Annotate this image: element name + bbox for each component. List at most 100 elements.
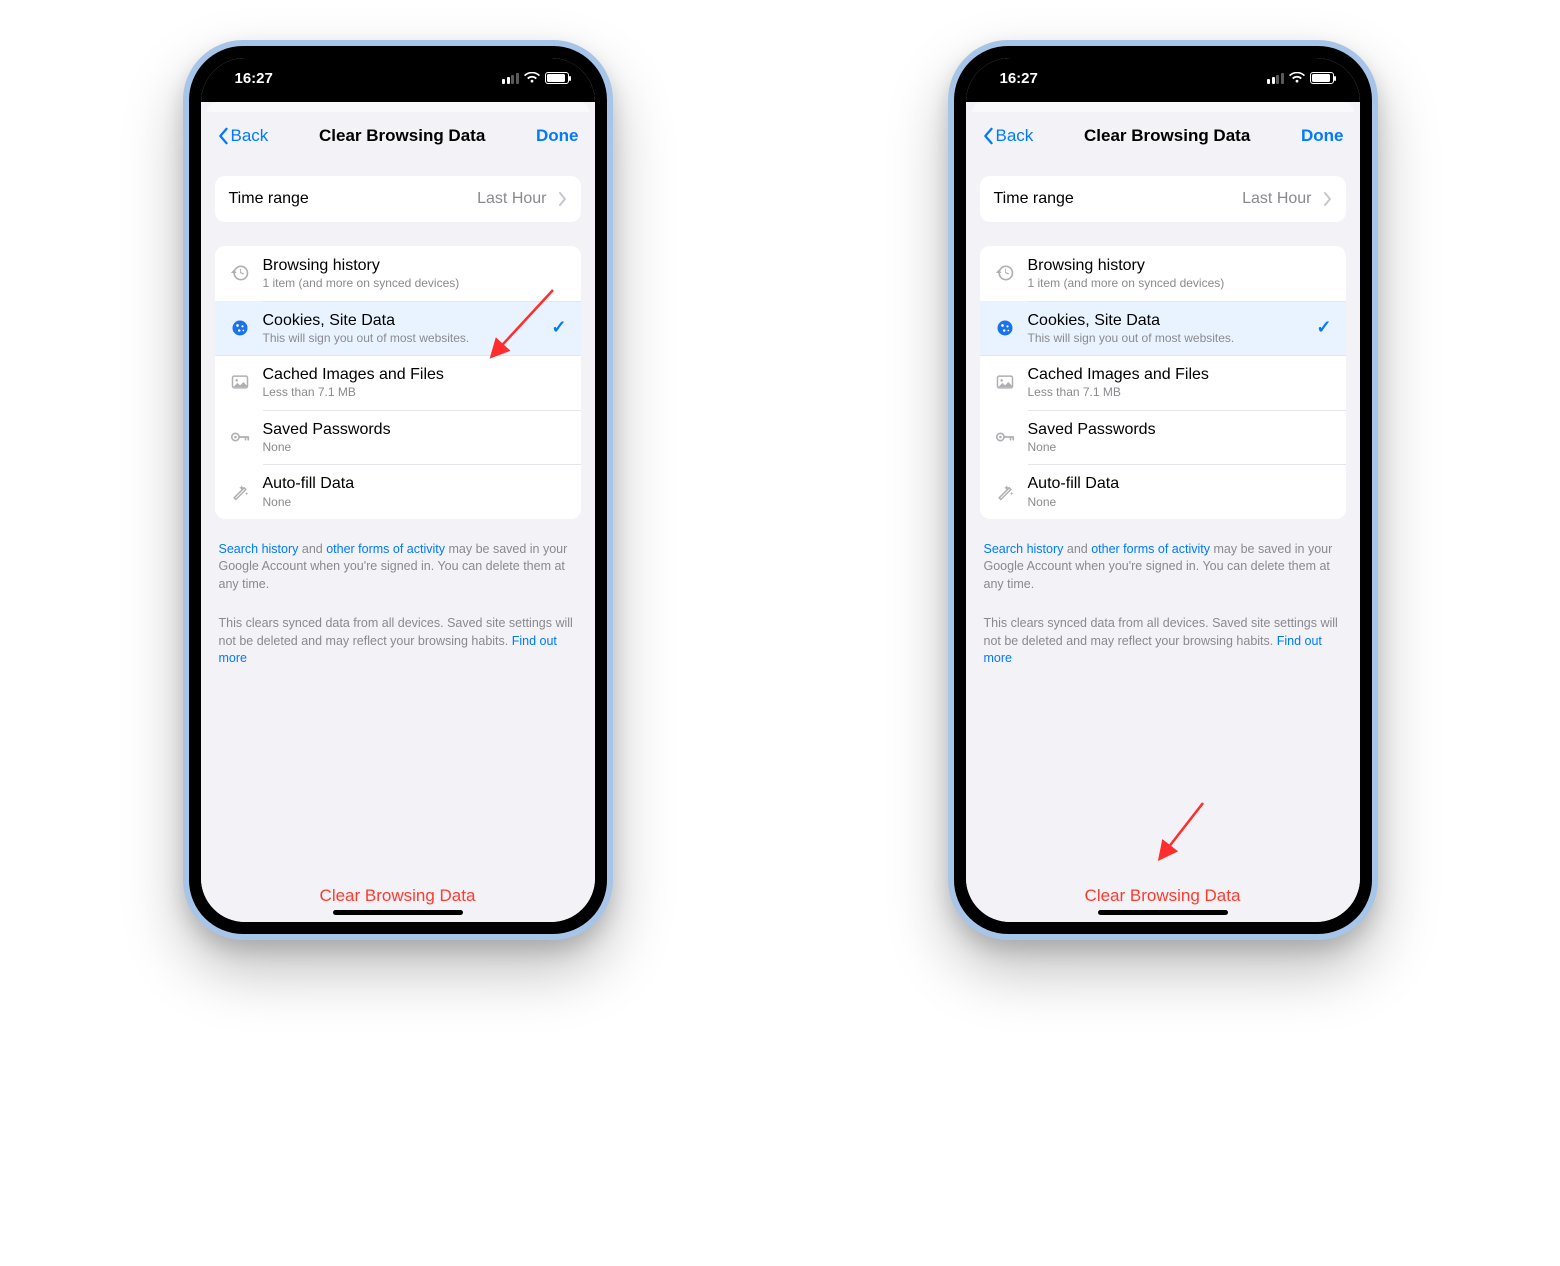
cookie-icon — [229, 317, 251, 339]
data-types-group: Browsing history 1 item (and more on syn… — [980, 246, 1346, 519]
time-range-row[interactable]: Time range Last Hour — [215, 176, 581, 222]
link-search-history[interactable]: Search history — [219, 542, 299, 556]
row-title: Browsing history — [1028, 256, 1332, 275]
chevron-right-icon — [1324, 192, 1332, 206]
link-search-history[interactable]: Search history — [984, 542, 1064, 556]
data-types-group: Browsing history 1 item (and more on syn… — [215, 246, 581, 519]
chevron-right-icon — [559, 192, 567, 206]
row-subtitle: None — [1028, 495, 1332, 509]
chevron-left-icon — [982, 127, 994, 145]
nav-title: Clear Browsing Data — [1084, 126, 1250, 146]
row-text: Cached Images and Files Less than 7.1 MB — [1028, 365, 1332, 400]
history-icon — [229, 262, 251, 284]
row-browsing-history[interactable]: Browsing history 1 item (and more on syn… — [215, 246, 581, 301]
key-icon — [229, 426, 251, 448]
home-indicator[interactable] — [333, 910, 463, 915]
wand-icon — [994, 481, 1016, 503]
link-other-activity[interactable]: other forms of activity — [326, 542, 445, 556]
time-range-group: Time range Last Hour — [980, 176, 1346, 222]
phone-bezel: 16:27 Back Clear Browsing Data Done — [954, 46, 1372, 934]
sheet-stack-hint — [972, 102, 1354, 112]
phone-bezel: 16:27 Back Clear Browsing Data Done — [189, 46, 607, 934]
footer-note-1: Search history and other forms of activi… — [215, 541, 581, 594]
sheet-stack-hint — [207, 102, 589, 112]
checkmark-icon: ✓ — [551, 317, 566, 338]
history-icon — [994, 262, 1016, 284]
done-button[interactable]: Done — [1301, 126, 1344, 146]
link-other-activity[interactable]: other forms of activity — [1091, 542, 1210, 556]
time-range-value: Last Hour — [477, 190, 546, 208]
footer-note-2: This clears synced data from all devices… — [980, 615, 1346, 668]
row-cache[interactable]: Cached Images and Files Less than 7.1 MB — [980, 355, 1346, 410]
row-title: Saved Passwords — [1028, 420, 1332, 439]
row-autofill[interactable]: Auto-fill Data None — [215, 464, 581, 519]
row-text: Cached Images and Files Less than 7.1 MB — [263, 365, 567, 400]
row-cache[interactable]: Cached Images and Files Less than 7.1 MB — [215, 355, 581, 410]
row-title: Cookies, Site Data — [263, 311, 540, 330]
back-button[interactable]: Back — [217, 126, 269, 146]
phone-screen: 16:27 Back Clear Browsing Data Done — [201, 58, 595, 922]
row-subtitle: None — [263, 440, 567, 454]
row-title: Cached Images and Files — [263, 365, 567, 384]
row-text: Auto-fill Data None — [263, 474, 567, 509]
row-text: Saved Passwords None — [263, 420, 567, 455]
clear-browsing-data-button[interactable]: Clear Browsing Data — [980, 870, 1346, 914]
image-icon — [994, 371, 1016, 393]
row-subtitle: 1 item (and more on synced devices) — [263, 276, 567, 290]
time-range-row[interactable]: Time range Last Hour — [980, 176, 1346, 222]
row-cookies[interactable]: Cookies, Site Data This will sign you ou… — [980, 301, 1346, 356]
row-text: Cookies, Site Data This will sign you ou… — [263, 311, 540, 346]
status-indicators — [502, 72, 569, 84]
status-time: 16:27 — [1000, 70, 1038, 87]
phone-notch — [318, 46, 478, 74]
row-title: Auto-fill Data — [1028, 474, 1332, 493]
checkmark-icon: ✓ — [1316, 317, 1331, 338]
done-button[interactable]: Done — [536, 126, 579, 146]
image-icon — [229, 371, 251, 393]
row-subtitle: This will sign you out of most websites. — [263, 331, 540, 345]
wand-icon — [229, 481, 251, 503]
spacer — [980, 668, 1346, 870]
row-title: Saved Passwords — [263, 420, 567, 439]
row-passwords[interactable]: Saved Passwords None — [980, 410, 1346, 465]
nav-bar: Back Clear Browsing Data Done — [966, 112, 1360, 158]
row-title: Auto-fill Data — [263, 474, 567, 493]
back-label: Back — [231, 126, 269, 146]
cookie-icon — [994, 317, 1016, 339]
sheet-content: Time range Last Hour Browsing history — [966, 158, 1360, 922]
modal-sheet: Back Clear Browsing Data Done Time range… — [966, 112, 1360, 922]
back-label: Back — [996, 126, 1034, 146]
battery-icon — [545, 72, 569, 84]
home-indicator[interactable] — [1098, 910, 1228, 915]
row-title: Cookies, Site Data — [1028, 311, 1305, 330]
clear-browsing-data-button[interactable]: Clear Browsing Data — [215, 870, 581, 914]
row-subtitle: 1 item (and more on synced devices) — [1028, 276, 1332, 290]
row-autofill[interactable]: Auto-fill Data None — [980, 464, 1346, 519]
phone-screen: 16:27 Back Clear Browsing Data Done — [966, 58, 1360, 922]
sheet-content: Time range Last Hour Browsing history — [201, 158, 595, 922]
row-text: Auto-fill Data None — [1028, 474, 1332, 509]
wifi-icon — [1289, 72, 1305, 84]
row-cookies[interactable]: Cookies, Site Data This will sign you ou… — [215, 301, 581, 356]
row-passwords[interactable]: Saved Passwords None — [215, 410, 581, 465]
key-icon — [994, 426, 1016, 448]
row-text: Cookies, Site Data This will sign you ou… — [1028, 311, 1305, 346]
phone-mockup-left: 16:27 Back Clear Browsing Data Done — [183, 40, 613, 940]
row-subtitle: Less than 7.1 MB — [1028, 385, 1332, 399]
row-text: Saved Passwords None — [1028, 420, 1332, 455]
battery-icon — [1310, 72, 1334, 84]
row-title: Cached Images and Files — [1028, 365, 1332, 384]
chevron-left-icon — [217, 127, 229, 145]
row-browsing-history[interactable]: Browsing history 1 item (and more on syn… — [980, 246, 1346, 301]
modal-sheet: Back Clear Browsing Data Done Time range… — [201, 112, 595, 922]
nav-title: Clear Browsing Data — [319, 126, 485, 146]
cellular-icon — [1267, 73, 1284, 84]
row-text: Browsing history 1 item (and more on syn… — [1028, 256, 1332, 291]
spacer — [215, 668, 581, 870]
back-button[interactable]: Back — [982, 126, 1034, 146]
status-indicators — [1267, 72, 1334, 84]
phone-mockup-right: 16:27 Back Clear Browsing Data Done — [948, 40, 1378, 940]
row-subtitle: None — [263, 495, 567, 509]
row-text: Browsing history 1 item (and more on syn… — [263, 256, 567, 291]
time-range-group: Time range Last Hour — [215, 176, 581, 222]
